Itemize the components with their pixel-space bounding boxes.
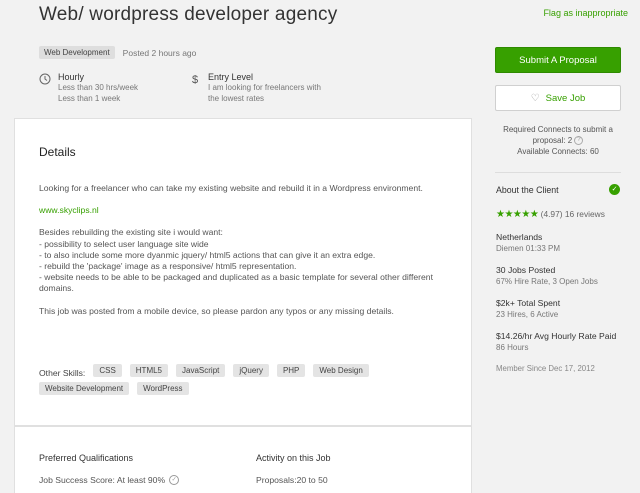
client-heading: About the Client [496,184,559,195]
submit-proposal-button[interactable]: Submit A Proposal [495,47,621,73]
fact-line: I am looking for freelancers with [208,83,321,92]
skills-list: Other Skills: CSS HTML5 JavaScript jQuer… [39,364,459,400]
verified-check-icon: ✓ [609,184,620,195]
fact-line: Less than 30 hrs/week [58,83,139,92]
fact-line: Less than 1 week [58,94,121,103]
posted-time: Posted 2 hours ago [122,47,197,58]
skill-tag[interactable]: JavaScript [176,364,226,377]
client-hourly-rate: $14.26/hr Avg Hourly Rate Paid [496,331,617,341]
client-location: Netherlands Diemen 01:33 PM [496,231,620,254]
description-line: - website needs to be able to be package… [39,272,433,294]
connects-required: Required Connects to submit a proposal: … [503,125,613,145]
skill-tag[interactable]: Website Development [39,382,130,395]
connects-available: Available Connects: 60 [517,147,599,156]
client-jobs-posted: 30 Jobs Posted [496,265,556,275]
connects-info: Required Connects to submit a proposal: … [495,124,621,157]
job-activity: Activity on this Job Proposals:20 to 50 [256,453,331,485]
client-hire-rate: 67% Hire Rate, 3 Open Jobs [496,277,598,286]
skill-tag[interactable]: CSS [93,364,122,377]
fact-hourly: Hourly Less than 30 hrs/week Less than 1… [39,72,189,104]
clock-icon [39,73,51,85]
job-title: Web/ wordpress developer agency [39,4,338,25]
skill-tag[interactable]: Web Design [313,364,369,377]
description-line: Besides rebuilding the existing site i w… [39,227,223,238]
svg-text:$: $ [192,74,198,85]
client-rate: $14.26/hr Avg Hourly Rate Paid 86 Hours [496,330,620,353]
fact-title: Entry Level [208,72,254,82]
fact-level: $ Entry Level I am looking for freelance… [189,72,339,104]
skill-tag[interactable]: WordPress [137,382,189,395]
client-spend: $2k+ Total Spent 23 Hires, 6 Active [496,297,620,320]
client-country: Netherlands [496,232,543,242]
details-card: Details Looking for a freelancer who can… [14,118,472,426]
rating-stars-icon: ★★★★★ [496,209,539,220]
help-icon[interactable]: ? [574,136,584,146]
details-heading: Details [39,145,76,159]
flag-inappropriate-link[interactable]: Flag as inappropriate [543,8,628,18]
preferred-qualifications: Preferred Qualifications Job Success Sco… [39,453,180,485]
client-jobs: 30 Jobs Posted 67% Hire Rate, 3 Open Job… [496,264,620,287]
website-link[interactable]: www.skyclips.nl [39,205,99,215]
save-job-label: Save Job [545,92,586,104]
skills-label: Other Skills: [39,368,86,378]
fact-title: Hourly [58,72,85,82]
job-facts: Hourly Less than 30 hrs/week Less than 1… [39,72,459,104]
description-line: - to also include some more dyanmic jque… [39,249,376,260]
job-success-score: Job Success Score: At least 90% [39,475,166,485]
client-city-time: Diemen 01:33 PM [496,244,561,253]
client-header: About the Client ✓ [496,184,620,195]
job-success-row: Job Success Score: At least 90% ✓ [39,475,180,485]
about-client: About the Client ✓ ★★★★★ (4.97) 16 revie… [496,184,620,373]
rating-text: (4.97) 16 reviews [540,209,605,219]
description-intro: Looking for a freelancer who can take my… [39,183,423,193]
skill-tag[interactable]: PHP [276,364,306,377]
skill-tag[interactable]: HTML5 [129,364,169,377]
client-hours: 86 Hours [496,343,529,352]
fact-line: the lowest rates [208,94,265,103]
sidebar-divider [495,172,621,173]
description-line: - possibility to select user language si… [39,238,209,249]
mobile-note: This job was posted from a mobile device… [39,305,394,316]
client-hires: 23 Hires, 6 Active [496,310,559,319]
proposals-count: Proposals:20 to 50 [256,475,328,485]
client-rating: ★★★★★ (4.97) 16 reviews [496,208,620,221]
job-meta: Web Development Posted 2 hours ago [39,46,196,59]
skill-tag[interactable]: jQuery [233,364,269,377]
save-job-button[interactable]: ♡ Save Job [495,85,621,111]
check-icon: ✓ [169,475,180,485]
heart-icon: ♡ [530,92,540,104]
description-line: - rebuild the 'package' image as a respo… [39,261,297,272]
qualifications-card: Preferred Qualifications Job Success Sco… [14,426,472,493]
member-since: Member Since Dec 17, 2012 [496,364,595,373]
activity-heading: Activity on this Job [256,453,331,463]
job-description: Looking for a freelancer who can take my… [39,183,449,328]
dollar-icon: $ [192,74,198,85]
qualifications-heading: Preferred Qualifications [39,453,134,463]
category-badge[interactable]: Web Development [39,46,115,59]
client-total-spent: $2k+ Total Spent [496,298,561,308]
